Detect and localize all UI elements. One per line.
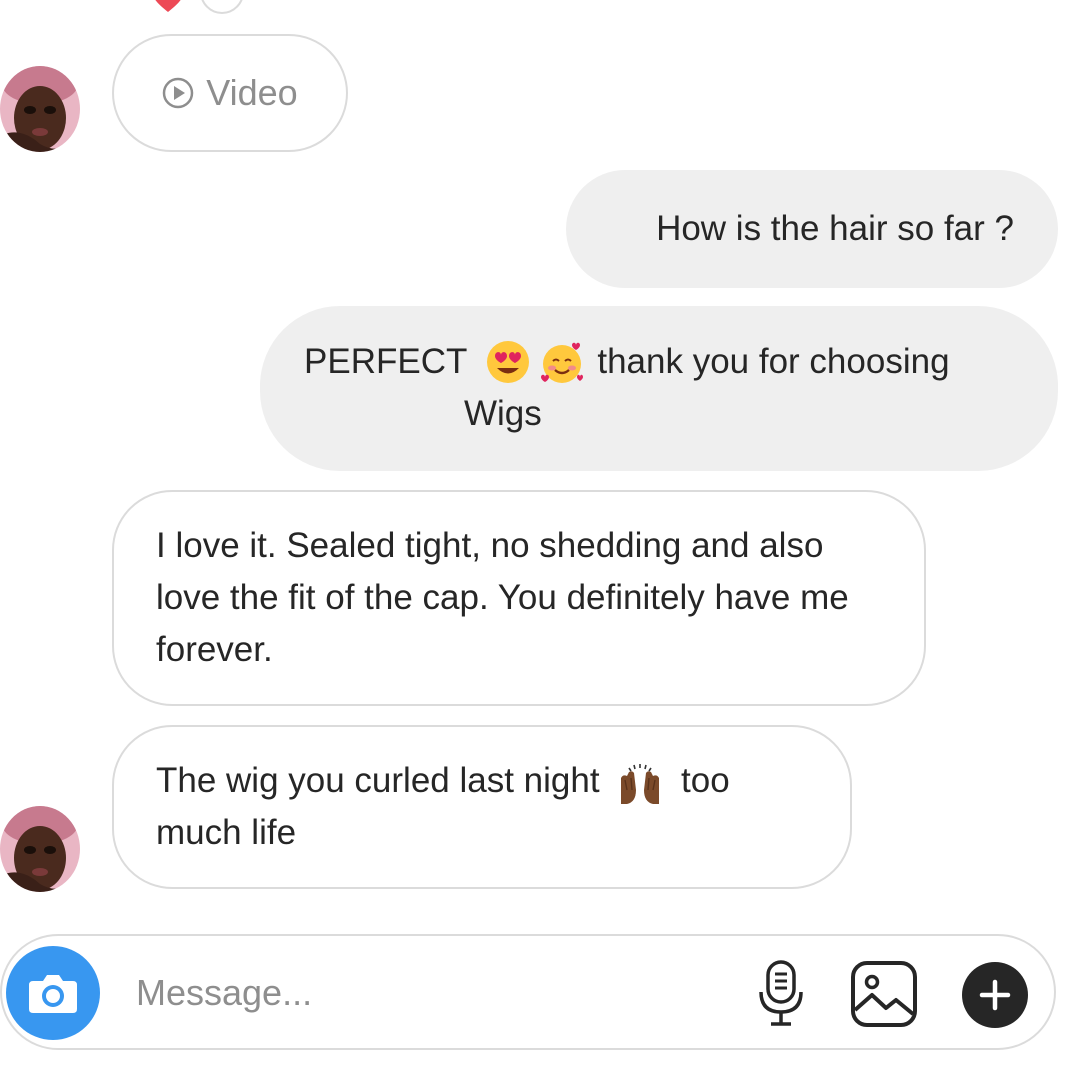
heart-icon[interactable]: [150, 0, 186, 14]
avatar[interactable]: [0, 806, 80, 892]
plus-icon: [979, 979, 1011, 1011]
plus-button[interactable]: [962, 962, 1028, 1028]
received-message[interactable]: I love it. Sealed tight, no shedding and…: [112, 490, 926, 706]
smiling-face-with-hearts-emoji: [541, 342, 584, 383]
message-text: I love it. Sealed tight, no shedding and…: [156, 526, 849, 669]
camera-icon: [29, 975, 77, 1013]
message-text: thank you for choosing: [597, 342, 950, 381]
message-composer: [0, 934, 1056, 1050]
message-input[interactable]: [136, 966, 696, 1020]
sent-message[interactable]: How is the hair so far ?: [566, 170, 1058, 288]
message-text: The wig you curled last night: [156, 761, 600, 800]
gallery-icon[interactable]: [850, 960, 918, 1028]
play-circle-icon: [163, 77, 194, 109]
avatar[interactable]: [0, 66, 80, 152]
microphone-icon[interactable]: [754, 958, 808, 1028]
heart-eyes-emoji: [487, 341, 530, 383]
message-text: How is the hair so far ?: [656, 209, 1014, 248]
chat-screen: Video How is the hair so far ? PERFECT t…: [0, 0, 1080, 1080]
video-label: Video: [206, 72, 298, 113]
received-message[interactable]: The wig you curled last night too much l…: [112, 725, 852, 889]
message-text: Wigs: [464, 394, 542, 433]
camera-button[interactable]: [6, 946, 100, 1040]
sent-message[interactable]: PERFECT thank you for choosing Wigs: [260, 306, 1058, 471]
reaction-circle[interactable]: [200, 0, 244, 14]
video-message[interactable]: Video: [112, 34, 348, 152]
raising-hands-emoji: [621, 763, 660, 804]
message-text: PERFECT: [304, 342, 468, 381]
